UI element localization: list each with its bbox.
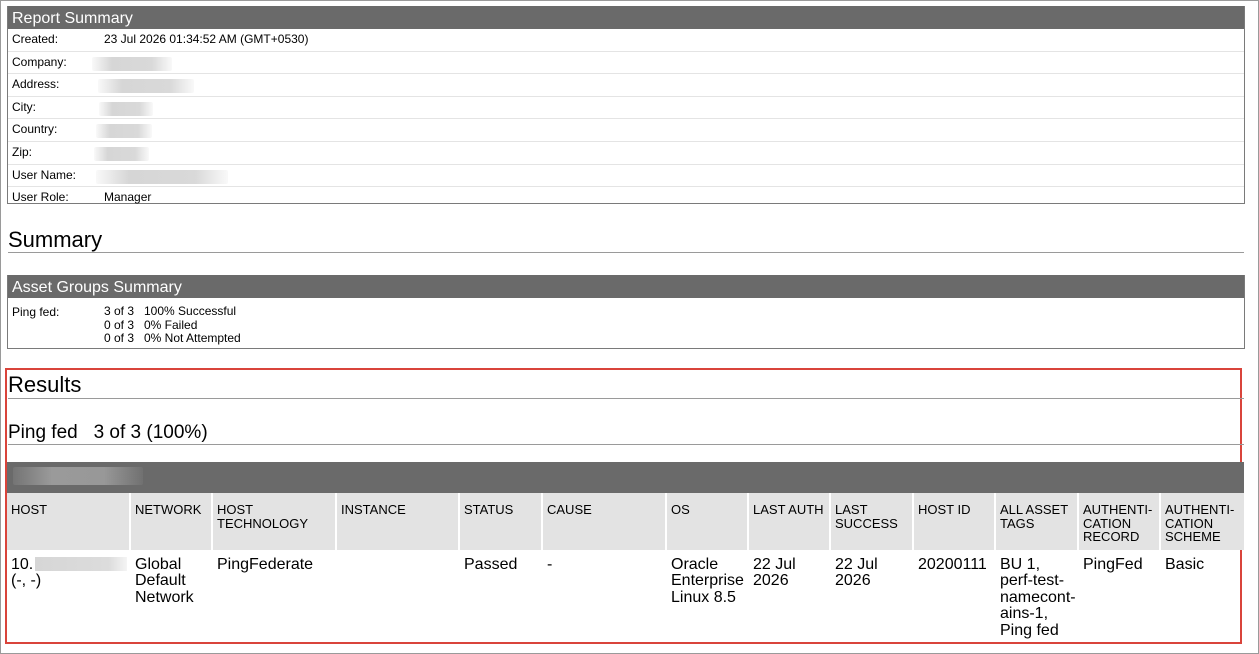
row-zip: Zip:	[8, 142, 1244, 165]
label-city: City:	[12, 99, 36, 114]
col-instance: INSTANCE	[337, 493, 460, 550]
results-group-heading: Ping fed 3 of 3 (100%)	[8, 422, 208, 444]
cell-os: Oracle Enterprise Linux 8.5	[671, 555, 744, 606]
label-created: Created:	[12, 32, 59, 46]
redacted-company	[92, 56, 172, 71]
stat-successful: 3 of 3 100% Successful	[104, 304, 241, 319]
host-prefix: 10.	[11, 555, 34, 573]
stat-text: 0% Failed	[144, 317, 198, 332]
table-row: 10. (-, -) Global Default Network PingFe…	[7, 550, 1244, 640]
col-network: NETWORK	[131, 493, 213, 550]
col-cause: CAUSE	[543, 493, 667, 550]
asset-group-stats: 3 of 3 100% Successful 0 of 3 0% Failed 0 …	[104, 304, 241, 346]
row-company: Company:	[8, 52, 1244, 75]
value-user-role: Manager	[104, 190, 152, 205]
cell-last-success: 22 Jul 2026	[835, 555, 878, 589]
summary-heading: Summary	[8, 227, 103, 252]
table-header-row: HOST NETWORK HOST TECHNOLOGY INSTANCE ST…	[7, 493, 1244, 550]
cell-instance	[337, 550, 460, 640]
asset-groups-panel: Asset Groups Summary Ping fed: 3 of 3 100…	[7, 275, 1245, 349]
host-suffix: (-, -)	[11, 572, 42, 589]
cell-host: 10. (-, -)	[7, 550, 131, 640]
redacted-group-title	[13, 467, 143, 485]
col-os: OS	[667, 493, 749, 550]
results-heading: Results	[8, 372, 82, 397]
stat-not-attempted: 0 of 3 0% Not Attempted	[104, 331, 241, 346]
cell-asset-tags: BU 1, perf-test-namecont-ains-1, Ping fe…	[1000, 555, 1076, 639]
col-host-id: HOST ID	[914, 493, 996, 550]
redacted-host-ip	[35, 557, 128, 572]
row-city: City:	[8, 97, 1244, 120]
col-auth-scheme: AUTHENTI-CATION SCHEME	[1161, 493, 1244, 550]
redacted-user-name	[96, 169, 228, 184]
report-summary-rows: Created: 23 Jul 2026 01:34:52 AM (GMT+05…	[8, 29, 1244, 209]
cell-cause: -	[547, 555, 553, 573]
col-auth-record: AUTHENTI-CATION RECORD	[1079, 493, 1161, 550]
asset-groups-body: Ping fed: 3 of 3 100% Successful 0 of 3 0%…	[8, 298, 1244, 348]
cell-status: Passed	[464, 555, 518, 573]
group-bar	[7, 462, 1244, 493]
stat-count: 0 of 3	[104, 317, 135, 332]
col-last-success: LAST SUCCESS	[831, 493, 914, 550]
col-host: HOST	[7, 493, 131, 550]
group-name: Ping fed	[8, 422, 78, 443]
label-address: Address:	[12, 77, 60, 92]
label-company: Company:	[12, 54, 67, 69]
redacted-zip	[94, 146, 149, 161]
row-created: Created: 23 Jul 2026 01:34:52 AM (GMT+05…	[8, 29, 1244, 52]
results-table: HOST NETWORK HOST TECHNOLOGY INSTANCE ST…	[7, 493, 1244, 639]
cell-auth-scheme: Basic	[1165, 555, 1205, 573]
group-rule	[8, 444, 1244, 445]
stat-failed: 0 of 3 0% Failed	[104, 317, 241, 333]
col-last-auth: LAST AUTH	[749, 493, 831, 550]
row-country: Country:	[8, 119, 1244, 142]
label-zip: Zip:	[12, 144, 33, 159]
results-rule	[8, 398, 1244, 399]
group-stats: 3 of 3 (100%)	[93, 422, 208, 443]
stat-count: 3 of 3	[104, 304, 135, 318]
cell-network: Global Default Network	[135, 555, 194, 606]
label-user-name: User Name:	[12, 167, 77, 182]
row-address: Address:	[8, 74, 1244, 97]
summary-rule	[8, 252, 1244, 253]
cell-host-technology: PingFederate	[217, 555, 314, 573]
asset-group-label: Ping fed:	[12, 305, 60, 319]
label-user-role: User Role:	[12, 190, 69, 205]
redacted-address	[98, 79, 194, 94]
redacted-city	[99, 101, 153, 116]
report-summary-panel: Report Summary Created: 23 Jul 2026 01:3…	[7, 6, 1245, 204]
value-created: 23 Jul 2026 01:34:52 AM (GMT+0530)	[104, 32, 309, 46]
stat-text: 0% Not Attempted	[144, 331, 241, 345]
stat-count: 0 of 3	[104, 331, 135, 345]
report-summary-title: Report Summary	[8, 6, 1244, 29]
asset-groups-title: Asset Groups Summary	[8, 275, 1244, 298]
stat-text: 100% Successful	[144, 304, 237, 318]
col-all-asset-tags: ALL ASSET TAGS	[996, 493, 1079, 550]
col-host-technology: HOST TECHNOLOGY	[213, 493, 337, 550]
cell-last-auth: 22 Jul 2026	[753, 555, 796, 589]
row-user-name: User Name:	[8, 165, 1244, 188]
label-country: Country:	[12, 122, 58, 137]
row-user-role: User Role: Manager	[8, 187, 1244, 209]
redacted-country	[96, 124, 152, 139]
cell-auth-record: PingFed	[1083, 555, 1143, 573]
col-status: STATUS	[460, 493, 543, 550]
cell-host-id: 20200111	[918, 555, 987, 573]
